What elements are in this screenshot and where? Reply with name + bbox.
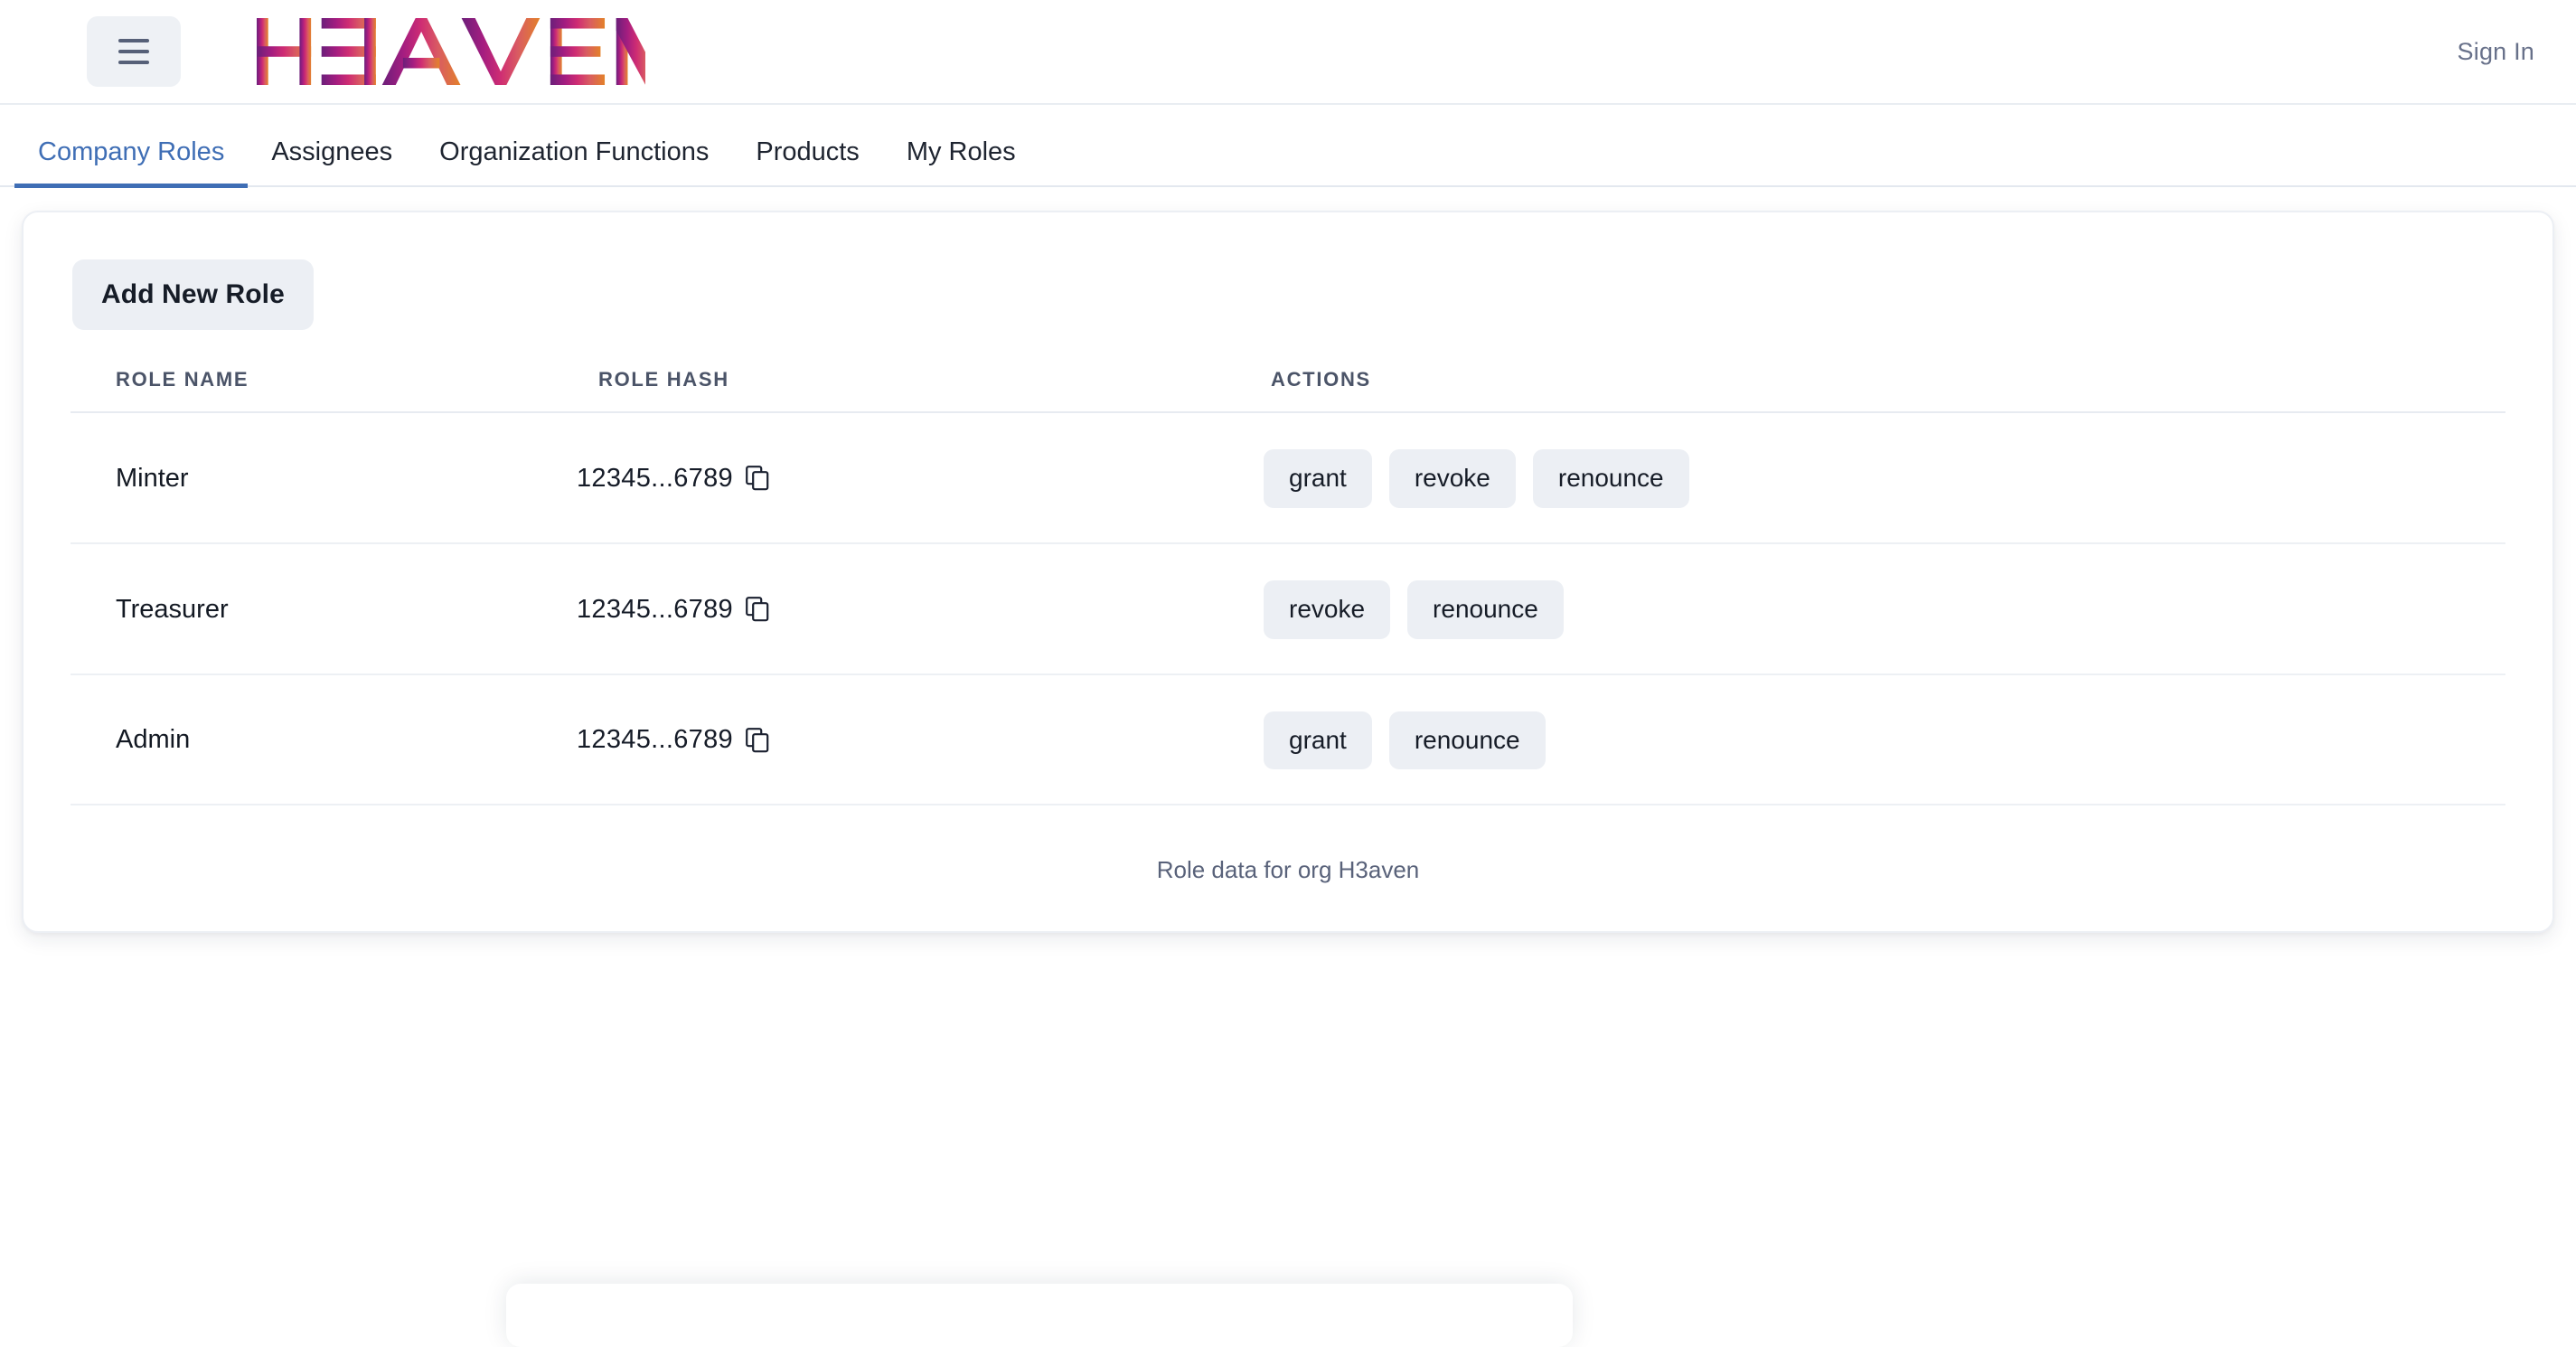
column-header-role-hash: ROLE HASH: [577, 368, 1264, 413]
bottom-overlay-ghost: [506, 1284, 1573, 1347]
grant-button[interactable]: grant: [1264, 449, 1372, 508]
role-hash-text: 12345...6789: [577, 463, 733, 493]
role-hash-cell: 12345...6789: [577, 543, 1264, 674]
column-header-role-name: ROLE NAME: [71, 368, 577, 413]
page-content: Add New Role ROLE NAME ROLE HASH ACTIONS…: [0, 187, 2576, 934]
top-bar: Sign In: [0, 0, 2576, 105]
role-hash-cell: 12345...6789: [577, 674, 1264, 805]
table-body: Minter 12345...6789 grant revoke renounc…: [71, 412, 2505, 805]
hamburger-menu-button[interactable]: [87, 16, 181, 87]
role-name-text: Admin: [116, 725, 191, 755]
revoke-button[interactable]: revoke: [1388, 449, 1516, 508]
column-header-actions: ACTIONS: [1264, 368, 2505, 413]
table-row: Admin 12345...6789 grant renounce: [71, 674, 2505, 805]
table-row: Treasurer 12345...6789 revoke renounce: [71, 543, 2505, 674]
tab-organization-functions[interactable]: Organization Functions: [416, 139, 732, 185]
hamburger-menu-icon-line-3: [118, 61, 149, 64]
brand-logo-link[interactable]: [257, 0, 646, 103]
hamburger-menu-icon-line-1: [118, 39, 149, 42]
table-row: Minter 12345...6789 grant revoke renounc…: [71, 412, 2505, 543]
renounce-button[interactable]: renounce: [1407, 579, 1564, 639]
tab-products[interactable]: Products: [732, 139, 882, 185]
role-name-cell: Admin: [71, 674, 577, 805]
role-hash-cell: 12345...6789: [577, 412, 1264, 543]
role-hash-text: 12345...6789: [577, 594, 733, 624]
role-actions-cell: grant revoke renounce: [1264, 412, 2505, 543]
hamburger-menu-icon-line-2: [118, 50, 149, 53]
sign-in-link[interactable]: Sign In: [2458, 38, 2536, 66]
main-tab-bar: Company Roles Assignees Organization Fun…: [0, 105, 2576, 188]
role-name-cell: Treasurer: [71, 543, 577, 674]
tab-company-roles[interactable]: Company Roles: [14, 139, 249, 188]
role-hash-text: 12345...6789: [577, 725, 733, 755]
role-name-cell: Minter: [71, 412, 577, 543]
renounce-button[interactable]: renounce: [1388, 711, 1546, 770]
role-name-text: Treasurer: [116, 594, 229, 624]
renounce-button[interactable]: renounce: [1532, 449, 1689, 508]
company-roles-card: Add New Role ROLE NAME ROLE HASH ACTIONS…: [22, 211, 2554, 934]
grant-button[interactable]: grant: [1264, 711, 1372, 770]
role-actions-cell: grant renounce: [1264, 674, 2505, 805]
role-data-footnote: Role data for org H3aven: [1156, 856, 1420, 884]
copy-icon[interactable]: [746, 728, 769, 753]
company-roles-table: ROLE NAME ROLE HASH ACTIONS Minter 12345…: [71, 368, 2505, 805]
table-header: ROLE NAME ROLE HASH ACTIONS: [71, 368, 2505, 413]
copy-icon[interactable]: [746, 466, 769, 491]
role-actions-cell: revoke renounce: [1264, 543, 2505, 674]
table-header-row: ROLE NAME ROLE HASH ACTIONS: [71, 368, 2505, 413]
h3aven-logo-icon: [257, 18, 646, 85]
add-new-role-button[interactable]: Add New Role: [72, 259, 314, 330]
tab-assignees[interactable]: Assignees: [248, 139, 416, 185]
copy-icon[interactable]: [746, 597, 769, 622]
revoke-button[interactable]: revoke: [1264, 579, 1391, 639]
role-name-text: Minter: [116, 463, 189, 493]
tab-my-roles[interactable]: My Roles: [883, 139, 1039, 185]
